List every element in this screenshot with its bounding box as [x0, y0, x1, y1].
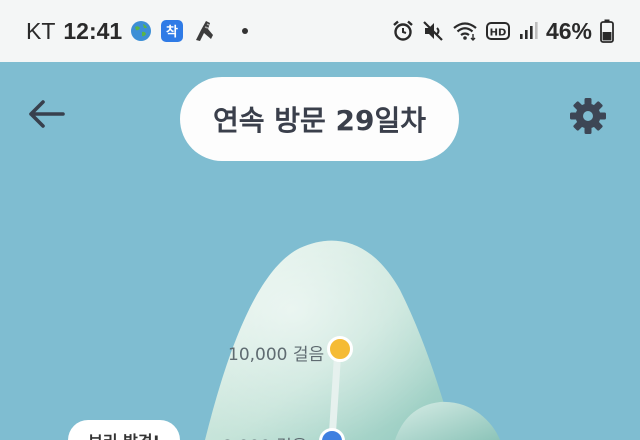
milestone-label-10000: 10,000 걸음	[228, 345, 325, 365]
milestone-dot-10000[interactable]	[327, 336, 353, 362]
settings-button[interactable]	[566, 94, 610, 138]
milestone-label-8000: 8,000 걸음	[222, 432, 307, 440]
gear-icon	[570, 98, 606, 134]
back-button[interactable]	[22, 90, 70, 138]
discovery-bubble-text: 보리 발견!	[88, 428, 160, 440]
visit-streak-title: 연속 방문 29일차	[180, 77, 459, 161]
arrow-left-icon	[29, 100, 65, 128]
discovery-bubble[interactable]: 보리 발견!	[68, 420, 180, 440]
mountain-illustration	[205, 240, 500, 440]
